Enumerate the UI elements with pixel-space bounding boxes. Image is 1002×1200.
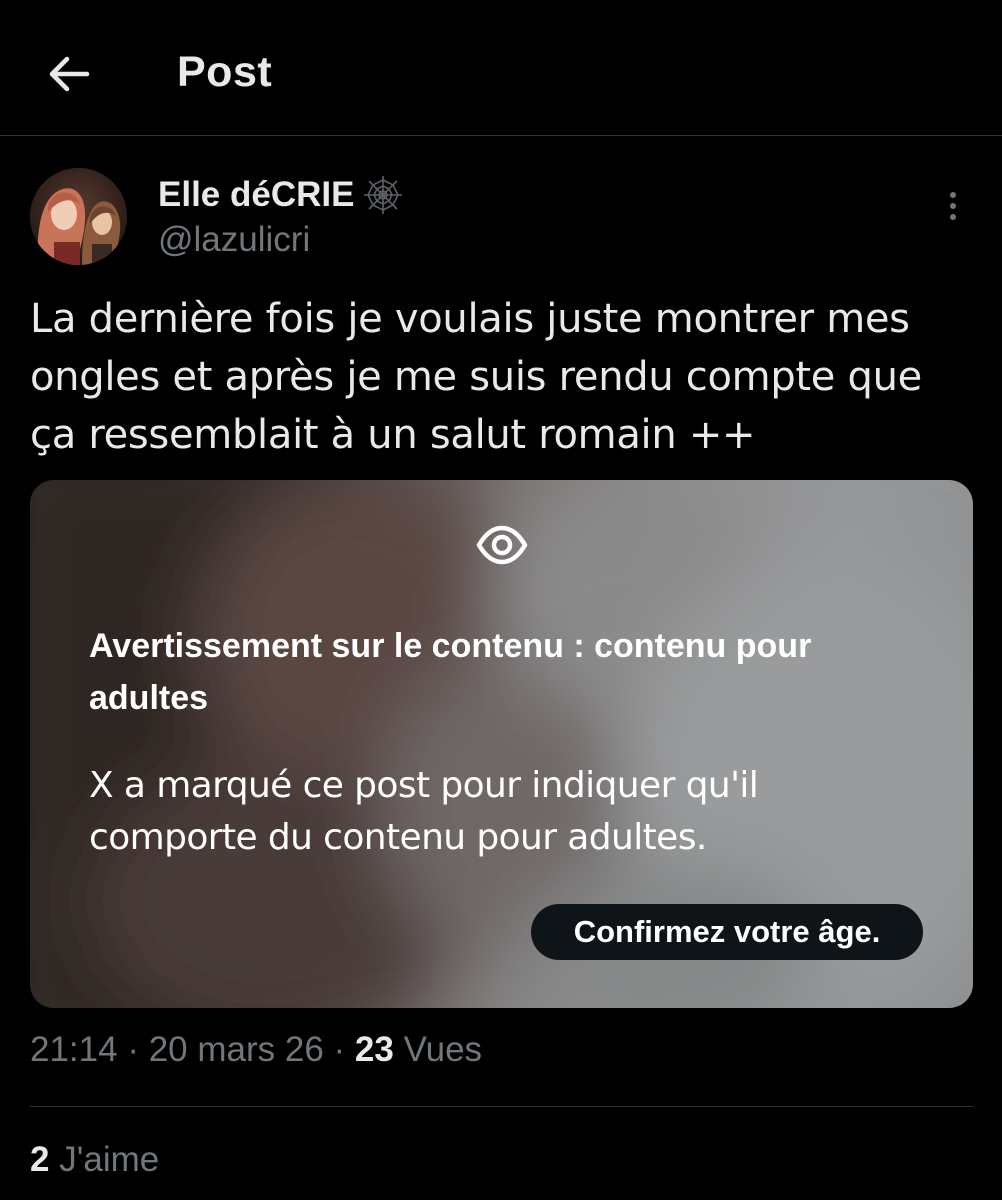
post-time[interactable]: 21:14 [30, 1030, 118, 1069]
warning-title: Avertissement sur le contenu : contenu p… [89, 627, 812, 717]
likes-label: J'aime [49, 1140, 160, 1179]
likes-count: 2 [30, 1140, 50, 1179]
confirm-age-button[interactable]: Confirmez votre âge. [531, 904, 923, 960]
meta-separator: · [117, 1030, 149, 1069]
meta-separator: · [323, 1030, 355, 1069]
avatar[interactable] [30, 168, 127, 265]
eye-icon [476, 525, 528, 565]
divider [30, 1106, 973, 1107]
arrow-left-icon [49, 56, 90, 92]
post-date[interactable]: 20 mars 26 [149, 1030, 324, 1069]
author-handle[interactable]: @lazulicri [158, 220, 310, 260]
likes-link[interactable]: 2 J'aime [30, 1140, 159, 1180]
more-options-button[interactable] [933, 183, 973, 229]
author-name-row: Elle déCRIE [158, 170, 404, 220]
post-meta: 21:14 · 20 mars 26 · 23 Vues [30, 1030, 482, 1070]
author-display-name[interactable]: Elle déCRIE [158, 175, 354, 215]
page-title: Post [177, 48, 273, 96]
post-text: La dernière fois je voulais juste montre… [30, 296, 922, 458]
app-header: Post [0, 0, 1002, 136]
views-label: Vues [393, 1030, 483, 1069]
avatar-image [30, 168, 127, 265]
sensitive-media-card[interactable]: Avertissement sur le contenu : contenu p… [30, 480, 973, 1008]
spider-web-icon [364, 176, 403, 214]
content-warning: Avertissement sur le contenu : contenu p… [30, 480, 973, 1008]
warning-body: X a marqué ce post pour indiquer qu'il c… [89, 765, 759, 858]
views-count: 23 [354, 1030, 394, 1069]
vertical-dots-icon [950, 192, 956, 198]
back-button[interactable] [40, 45, 98, 103]
